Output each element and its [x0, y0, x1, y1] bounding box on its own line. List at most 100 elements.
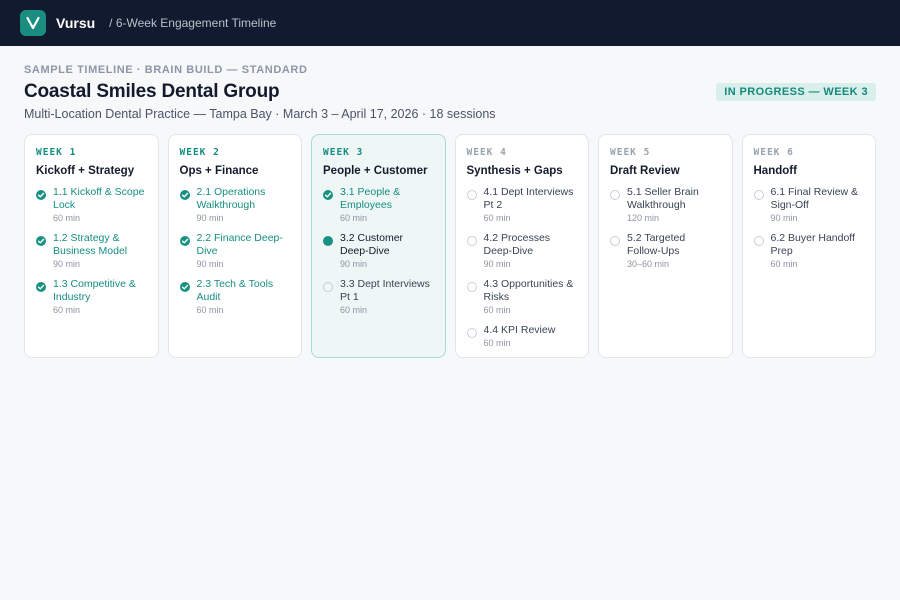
session-item[interactable]: 3.2 Customer Deep-Dive 90 min: [323, 232, 434, 269]
week-label: WEEK 6: [753, 147, 794, 158]
week-title: Kickoff + Strategy: [36, 165, 135, 177]
session-item[interactable]: 6.1 Final Review & Sign-Off 90 min: [753, 186, 865, 223]
session-name: 3.2 Customer Deep-Dive: [340, 232, 404, 257]
week-title: Ops + Finance: [179, 165, 259, 177]
week-columns: WEEK 1 Kickoff + Strategy 1.1 Kickoff & Sc…: [0, 134, 900, 358]
session-name: 1.2 Strategy & Business Model: [53, 232, 128, 257]
week-label: WEEK 3: [323, 147, 364, 158]
week-title: Draft Review: [610, 165, 680, 177]
empty-circle-icon: [466, 328, 477, 338]
session-name: 2.1 Operations Walkthrough: [196, 186, 266, 211]
session-item[interactable]: 6.2 Buyer Handoff Prep 60 min: [753, 232, 865, 269]
status-badge: IN PROGRESS — WEEK 3: [716, 83, 876, 101]
brand-name[interactable]: Vursu: [56, 15, 95, 31]
session-text: 4.4 KPI Review 60 min: [484, 324, 578, 348]
empty-circle-icon: [610, 236, 620, 246]
session-text: 5.1 Seller Brain Walkthrough 120 min: [627, 186, 721, 223]
page-header: SAMPLE TIMELINE · BRAIN BUILD — STANDARD…: [0, 46, 900, 134]
session-text: 1.1 Kickoff & Scope Lock 60 min: [53, 186, 147, 223]
session-item[interactable]: 2.1 Operations Walkthrough 90 min: [179, 186, 291, 223]
session-duration: 60 min: [340, 305, 368, 315]
session-duration: 120 min: [627, 213, 660, 223]
session-name: 1.3 Competitive & Industry: [53, 278, 136, 303]
week-title: Handoff: [753, 165, 797, 177]
session-item[interactable]: 4.1 Dept Interviews Pt 2 60 min: [466, 186, 578, 223]
empty-circle-icon: [323, 282, 333, 292]
check-circle-icon: [323, 190, 333, 200]
check-circle-icon: [179, 236, 190, 246]
page-eyebrow: SAMPLE TIMELINE · BRAIN BUILD — STANDARD: [24, 64, 308, 76]
session-name: 4.2 Processes Deep-Dive: [483, 232, 551, 257]
logo-icon[interactable]: [20, 10, 46, 36]
in-progress-dot-icon: [323, 236, 333, 246]
empty-circle-icon: [610, 190, 620, 200]
session-item[interactable]: 3.3 Dept Interviews Pt 1 60 min: [323, 278, 434, 315]
session-duration: 60 min: [483, 338, 511, 348]
week-card[interactable]: WEEK 5 Draft Review 5.1 Seller Brain Walkt…: [598, 134, 733, 358]
week-label: WEEK 4: [466, 147, 507, 158]
session-text: 3.3 Dept Interviews Pt 1 60 min: [340, 278, 434, 315]
empty-circle-icon: [466, 190, 477, 200]
session-item[interactable]: 4.2 Processes Deep-Dive 90 min: [466, 232, 578, 269]
session-item[interactable]: 1.2 Strategy & Business Model 90 min: [36, 232, 147, 269]
session-list: 2.1 Operations Walkthrough 90 min 2.2 Fina…: [179, 186, 291, 315]
session-duration: 60 min: [196, 305, 224, 315]
session-name: 2.2 Finance Deep-Dive: [196, 232, 283, 257]
session-item[interactable]: 5.1 Seller Brain Walkthrough 120 min: [610, 186, 721, 223]
session-text: 5.2 Targeted Follow-Ups 30–60 min: [627, 232, 721, 269]
session-duration: 90 min: [196, 213, 224, 223]
session-text: 3.2 Customer Deep-Dive 90 min: [340, 232, 434, 269]
week-label: WEEK 2: [179, 147, 220, 158]
session-name: 5.1 Seller Brain Walkthrough: [627, 186, 699, 211]
session-duration: 60 min: [770, 259, 798, 269]
week-card[interactable]: WEEK 1 Kickoff + Strategy 1.1 Kickoff & Sc…: [24, 134, 159, 358]
week-card[interactable]: WEEK 2 Ops + Finance 2.1 Operations Walkth…: [167, 134, 302, 358]
empty-circle-icon: [466, 282, 477, 292]
week-label: WEEK 1: [36, 147, 77, 158]
session-text: 3.1 People & Employees 60 min: [340, 186, 434, 223]
session-item[interactable]: 2.2 Finance Deep-Dive 90 min: [179, 232, 291, 269]
session-list: 4.1 Dept Interviews Pt 2 60 min 4.2 Proces…: [466, 186, 578, 348]
week-card[interactable]: WEEK 6 Handoff 6.1 Final Review & Sign-Off…: [741, 134, 876, 358]
week-card[interactable]: WEEK 3 People + Customer 3.1 People & Empl…: [311, 134, 446, 358]
session-text: 6.2 Buyer Handoff Prep 60 min: [771, 232, 865, 269]
session-item[interactable]: 1.3 Competitive & Industry 60 min: [36, 278, 147, 315]
session-name: 6.1 Final Review & Sign-Off: [770, 186, 859, 211]
session-item[interactable]: 5.2 Targeted Follow-Ups 30–60 min: [610, 232, 721, 269]
check-circle-icon: [36, 190, 46, 200]
check-circle-icon: [179, 282, 190, 292]
top-bar: Vursu / 6-Week Engagement Timeline: [0, 0, 900, 46]
breadcrumb: / 6-Week Engagement Timeline: [109, 16, 277, 30]
week-card[interactable]: WEEK 4 Synthesis + Gaps 4.1 Dept Interview…: [454, 134, 589, 358]
page-subtitle: Multi-Location Dental Practice — Tampa B…: [24, 107, 496, 121]
session-list: 3.1 People & Employees 60 min 3.2 Customer…: [323, 186, 434, 315]
check-circle-icon: [36, 236, 46, 246]
session-item[interactable]: 3.1 People & Employees 60 min: [323, 186, 434, 223]
session-item[interactable]: 4.3 Opportunities & Risks 60 min: [466, 278, 578, 315]
session-duration: 60 min: [53, 305, 81, 315]
session-duration: 60 min: [340, 213, 368, 223]
session-item[interactable]: 4.4 KPI Review 60 min: [466, 324, 578, 348]
session-duration: 90 min: [53, 259, 81, 269]
session-name: 3.3 Dept Interviews Pt 1: [340, 278, 430, 303]
session-item[interactable]: 1.1 Kickoff & Scope Lock 60 min: [36, 186, 147, 223]
session-text: 6.1 Final Review & Sign-Off 90 min: [771, 186, 865, 223]
session-text: 2.1 Operations Walkthrough 90 min: [197, 186, 291, 223]
session-text: 2.2 Finance Deep-Dive 90 min: [197, 232, 291, 269]
session-name: 2.3 Tech & Tools Audit: [196, 278, 274, 303]
session-name: 4.3 Opportunities & Risks: [483, 278, 574, 303]
week-title: Synthesis + Gaps: [466, 165, 563, 177]
session-name: 6.2 Buyer Handoff Prep: [770, 232, 855, 257]
session-duration: 30–60 min: [627, 259, 670, 269]
session-duration: 90 min: [196, 259, 224, 269]
empty-circle-icon: [753, 190, 764, 200]
session-name: 5.2 Targeted Follow-Ups: [627, 232, 686, 257]
session-name: 3.1 People & Employees: [340, 186, 401, 211]
session-text: 4.2 Processes Deep-Dive 90 min: [484, 232, 578, 269]
session-list: 1.1 Kickoff & Scope Lock 60 min 1.2 Strate…: [36, 186, 147, 315]
session-text: 2.3 Tech & Tools Audit 60 min: [197, 278, 291, 315]
check-circle-icon: [36, 282, 46, 292]
session-duration: 90 min: [483, 259, 511, 269]
session-duration: 60 min: [483, 213, 511, 223]
session-item[interactable]: 2.3 Tech & Tools Audit 60 min: [179, 278, 291, 315]
